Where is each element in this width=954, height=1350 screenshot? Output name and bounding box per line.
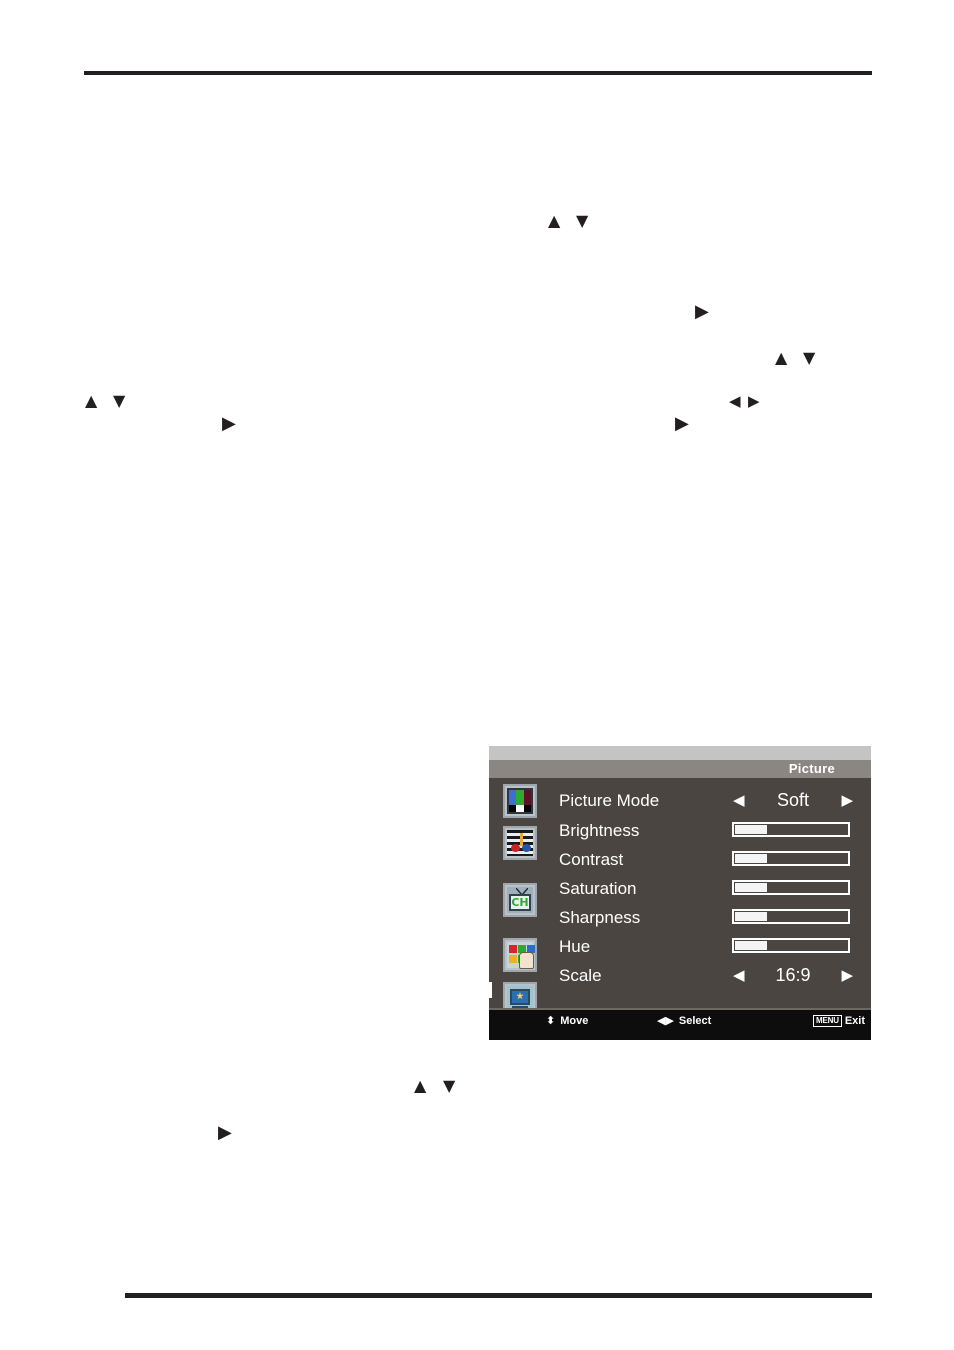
help-exit-label: Exit — [844, 1015, 865, 1027]
scale-next-arrow-icon[interactable]: ▶ — [841, 961, 853, 990]
tri-up-icon: ▲ — [414, 1076, 427, 1095]
brightness-slider-fill — [735, 825, 768, 834]
page-footer-rule — [125, 1293, 872, 1298]
page-header-rule — [84, 71, 872, 75]
osd-body: CH Picture Mode ◀ Soft ▶ Brightness Cont… — [489, 778, 871, 1016]
tri-down-icon: ▼ — [443, 1076, 456, 1095]
osd-label-saturation: Saturation — [559, 879, 637, 898]
osd-row-brightness[interactable]: Brightness — [489, 816, 871, 845]
osd-selector-picture-mode[interactable]: ◀ Soft ▶ — [729, 786, 857, 815]
osd-picture-menu: Picture CH Picture Mode ◀ Soft ▶ Brightn… — [489, 746, 871, 1040]
help-select: ◀▶ Select — [657, 1010, 711, 1032]
sharpness-slider-fill — [735, 912, 768, 921]
osd-title-bar: Picture — [489, 760, 871, 778]
osd-label-sharpness: Sharpness — [559, 908, 641, 927]
osd-label-picture-mode: Picture Mode — [559, 791, 660, 810]
tri-up-icon: ▲ — [85, 391, 98, 410]
tri-right-icon: ▶ — [675, 413, 689, 434]
hue-slider-fill — [735, 941, 768, 950]
osd-row-sharpness[interactable]: Sharpness — [489, 903, 871, 932]
tri-down-icon: ▼ — [803, 348, 816, 367]
tri-down-icon: ▼ — [576, 211, 589, 230]
help-move: ⬍ Move — [546, 1010, 588, 1032]
tri-right-icon: ▶ — [222, 413, 236, 434]
osd-row-scale[interactable]: Scale ◀ 16:9 ▶ — [489, 961, 871, 990]
tri-up-icon: ▲ — [548, 211, 561, 230]
osd-row-hue[interactable]: Hue — [489, 932, 871, 961]
tri-down-icon: ▼ — [113, 391, 126, 410]
tri-right-icon: ▶ — [748, 392, 760, 410]
saturation-slider-fill — [735, 883, 768, 892]
osd-row-contrast[interactable]: Contrast — [489, 845, 871, 874]
osd-row-picture-mode[interactable]: Picture Mode ◀ Soft ▶ — [489, 786, 871, 815]
osd-bottom-edge — [489, 1030, 871, 1040]
picture-mode-next-arrow-icon[interactable]: ▶ — [841, 786, 853, 815]
help-select-label: Select — [678, 1015, 712, 1027]
osd-help-bar: ⬍ Move ◀▶ Select MENU Exit — [489, 1008, 871, 1032]
sharpness-slider[interactable] — [732, 909, 850, 924]
osd-row-saturation[interactable]: Saturation — [489, 874, 871, 903]
move-updown-icon: ⬍ — [546, 1014, 556, 1027]
brightness-slider[interactable] — [732, 822, 850, 837]
contrast-slider-fill — [735, 854, 768, 863]
tri-left-icon: ◀ — [729, 392, 741, 410]
scale-value: 16:9 — [775, 965, 811, 985]
osd-label-contrast: Contrast — [559, 850, 624, 869]
osd-menu-title: Picture — [788, 761, 835, 776]
contrast-slider[interactable] — [732, 851, 850, 866]
tri-up-icon: ▲ — [775, 348, 788, 367]
picture-mode-value: Soft — [776, 790, 810, 810]
osd-label-brightness: Brightness — [559, 821, 640, 840]
help-exit: MENU Exit — [813, 1010, 865, 1032]
tri-right-icon: ▶ — [695, 301, 709, 322]
osd-top-strip — [489, 746, 871, 760]
osd-label-scale: Scale — [559, 966, 602, 985]
help-move-label: Move — [560, 1015, 589, 1027]
select-leftright-icon: ◀▶ — [657, 1014, 674, 1027]
saturation-slider[interactable] — [732, 880, 850, 895]
osd-label-hue: Hue — [559, 937, 591, 956]
osd-selector-scale[interactable]: ◀ 16:9 ▶ — [729, 961, 857, 990]
hue-slider[interactable] — [732, 938, 850, 953]
tri-right-icon: ▶ — [218, 1122, 232, 1143]
menu-key-icon: MENU — [813, 1015, 842, 1028]
